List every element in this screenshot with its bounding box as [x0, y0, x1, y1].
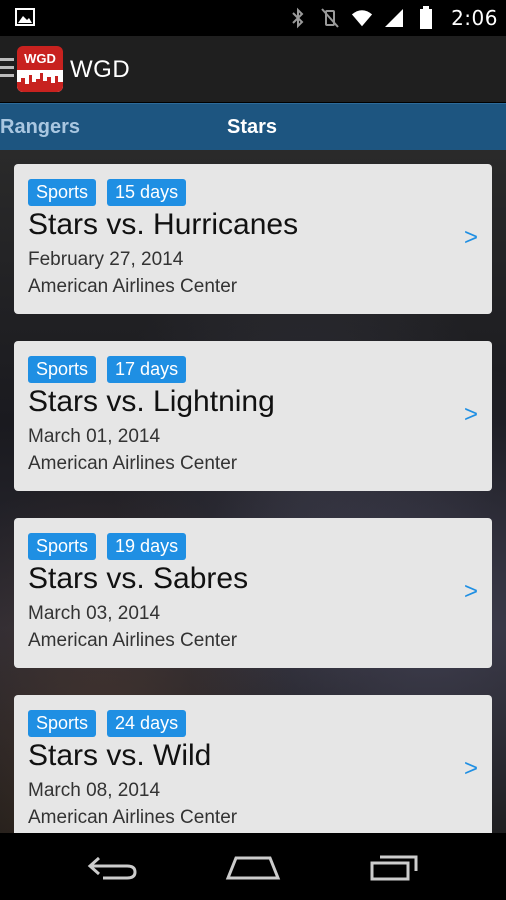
event-title: Stars vs. Hurricanes — [28, 208, 299, 241]
event-card[interactable]: Sports 17 days Stars vs. Lightning March… — [14, 341, 492, 491]
event-venue: American Airlines Center — [28, 807, 238, 828]
home-icon[interactable] — [223, 849, 283, 885]
drawer-menu-icon[interactable] — [0, 58, 14, 84]
wifi-icon — [351, 7, 373, 29]
battery-icon — [415, 6, 437, 29]
badge-row: Sports 24 days — [28, 710, 187, 737]
category-badge: Sports — [28, 710, 97, 737]
category-badge: Sports — [28, 356, 97, 383]
days-badge: 17 days — [107, 356, 187, 383]
chevron-right-icon[interactable]: > — [464, 578, 478, 606]
app-logo[interactable]: WGD — [17, 46, 63, 92]
category-badge: Sports — [28, 179, 97, 206]
back-icon[interactable] — [83, 849, 143, 885]
event-date: February 27, 2014 — [28, 249, 184, 270]
recents-icon[interactable] — [364, 849, 424, 885]
event-date: March 08, 2014 — [28, 780, 161, 801]
event-date: March 03, 2014 — [28, 603, 161, 624]
skyline-icon — [17, 70, 63, 92]
days-badge: 15 days — [107, 179, 187, 206]
event-card[interactable]: Sports 24 days Stars vs. Wild March 08, … — [14, 695, 492, 833]
category-badge: Sports — [28, 533, 97, 560]
signal-icon — [383, 7, 405, 29]
event-date: March 01, 2014 — [28, 426, 161, 447]
status-time: 2:06 — [451, 6, 498, 30]
event-card[interactable]: Sports 15 days Stars vs. Hurricanes Febr… — [14, 164, 492, 314]
app-title: WGD — [70, 56, 131, 83]
event-title: Stars vs. Wild — [28, 739, 212, 772]
event-venue: American Airlines Center — [28, 453, 238, 474]
navigation-bar — [0, 833, 506, 900]
tab-rangers[interactable]: Rangers — [0, 104, 80, 151]
badge-row: Sports 19 days — [28, 533, 187, 560]
chevron-right-icon[interactable]: > — [464, 224, 478, 252]
event-venue: American Airlines Center — [28, 276, 238, 297]
badge-row: Sports 15 days — [28, 179, 187, 206]
status-icons: 2:06 — [287, 0, 498, 36]
badge-row: Sports 17 days — [28, 356, 187, 383]
chevron-right-icon[interactable]: > — [464, 401, 478, 429]
status-bar: 2:06 — [0, 0, 506, 36]
vibrate-icon — [319, 7, 341, 29]
event-list[interactable]: Sports 15 days Stars vs. Hurricanes Febr… — [0, 150, 506, 833]
logo-text: WGD — [24, 51, 56, 66]
image-icon — [14, 6, 36, 28]
event-title: Stars vs. Sabres — [28, 562, 249, 595]
days-badge: 24 days — [107, 710, 187, 737]
event-venue: American Airlines Center — [28, 630, 238, 651]
days-badge: 19 days — [107, 533, 187, 560]
event-card[interactable]: Sports 19 days Stars vs. Sabres March 03… — [14, 518, 492, 668]
tab-strip: Rangers Stars — [0, 103, 506, 151]
bluetooth-icon — [287, 7, 309, 29]
tab-stars[interactable]: Stars — [227, 104, 277, 151]
chevron-right-icon[interactable]: > — [464, 755, 478, 783]
event-title: Stars vs. Lightning — [28, 385, 275, 418]
